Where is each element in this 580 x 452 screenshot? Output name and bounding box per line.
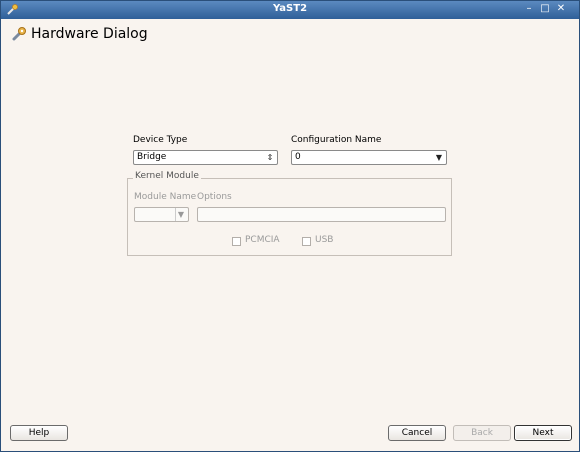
usb-checkbox[interactable]	[302, 237, 311, 246]
configuration-name-value: 0	[295, 152, 301, 162]
kernel-module-legend: Kernel Module	[133, 171, 201, 181]
next-button[interactable]: Next	[514, 425, 572, 441]
chevron-down-icon[interactable]: ▼	[175, 208, 186, 221]
pcmcia-label: PCMCIA	[245, 235, 280, 245]
yast2-window: YaST2 – □ ✕ Hardware Dialog Device Type …	[0, 0, 580, 452]
help-button[interactable]: Help	[10, 425, 68, 441]
pcmcia-checkbox[interactable]	[232, 237, 241, 246]
device-type-select[interactable]: Bridge ⇕	[133, 150, 278, 165]
dialog-content: Hardware Dialog Device Type Bridge ⇕ Con…	[1, 19, 579, 451]
usb-label: USB	[315, 235, 334, 245]
module-name-combo[interactable]: ▼	[134, 207, 189, 222]
spin-arrows-icon: ⇕	[266, 153, 274, 162]
module-name-label: Module Name	[134, 192, 197, 202]
device-type-value: Bridge	[137, 152, 167, 162]
page-title: Hardware Dialog	[31, 26, 148, 42]
title-bar[interactable]: YaST2 – □ ✕	[1, 1, 579, 19]
options-input[interactable]	[197, 207, 446, 222]
window-title: YaST2	[272, 3, 308, 14]
wrench-icon	[12, 27, 26, 41]
back-button[interactable]: Back	[453, 425, 511, 441]
minimize-icon[interactable]: –	[523, 3, 535, 15]
chevron-down-icon[interactable]: ▼	[434, 151, 444, 164]
configuration-name-combo[interactable]: 0 ▼	[291, 150, 447, 165]
options-label: Options	[197, 192, 232, 202]
close-icon[interactable]: ✕	[555, 3, 567, 15]
maximize-icon[interactable]: □	[539, 3, 551, 15]
configuration-name-label: Configuration Name	[291, 135, 382, 145]
cancel-button[interactable]: Cancel	[388, 425, 446, 441]
device-type-label: Device Type	[133, 135, 188, 145]
